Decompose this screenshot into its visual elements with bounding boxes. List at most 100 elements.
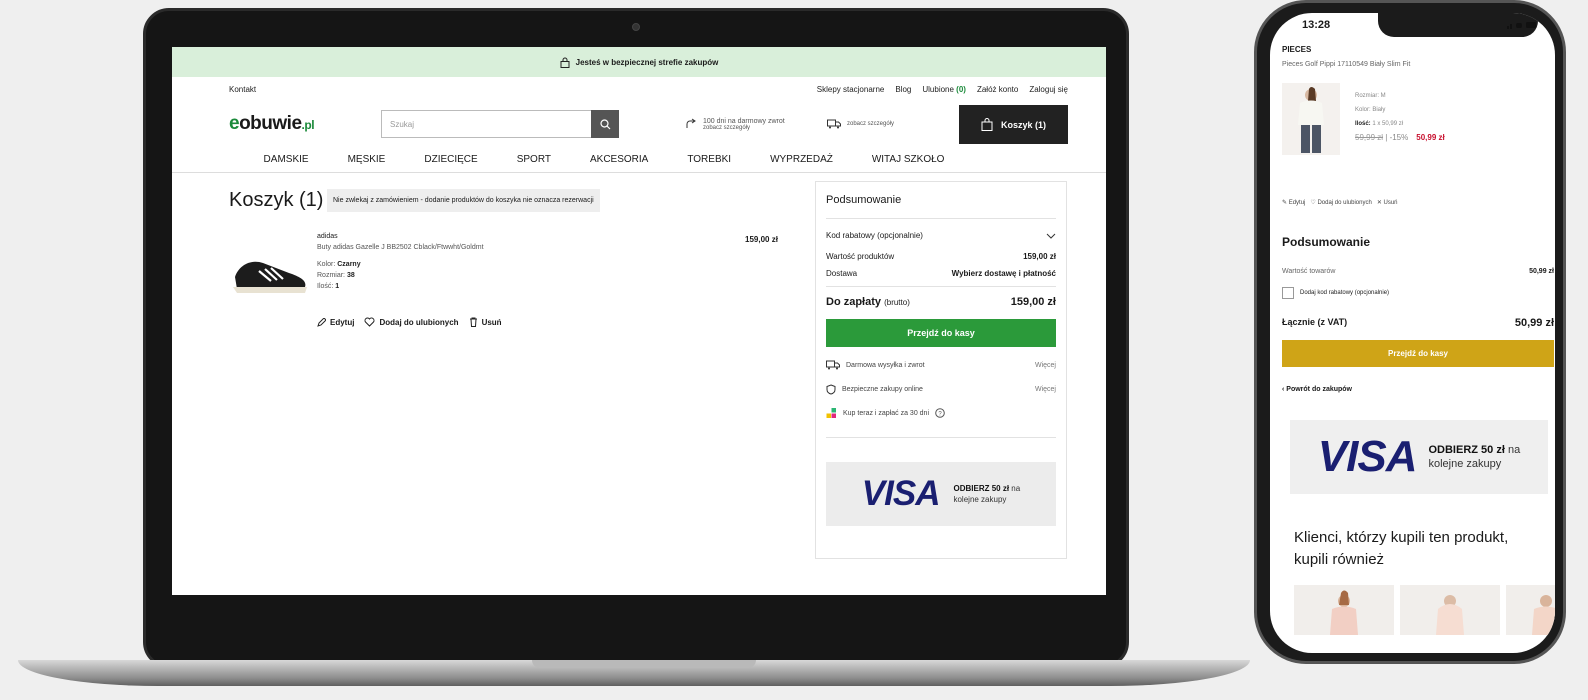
main-nav: DAMSKIE MĘSKIE DZIECIĘCE SPORT AKCESORIA…	[172, 147, 1106, 173]
mobile-visa-logo: VISA	[1317, 432, 1418, 481]
mobile-goods-value: 50,99 zł	[1529, 268, 1554, 275]
qty-value: 1	[335, 283, 340, 290]
summary-title: Podsumowanie	[826, 182, 1056, 219]
mobile-product-actions: ✎ Edytuj ♡ Dodaj do ulubionych ✕ Usuń	[1282, 199, 1398, 206]
search-button[interactable]	[591, 110, 619, 138]
search-bar: Szukaj	[381, 110, 619, 138]
discount-code-toggle[interactable]: Kod rabatowy (opcjonalnie)	[826, 219, 1056, 248]
mobile-favorite-button[interactable]: ♡ Dodaj do ulubionych	[1310, 199, 1371, 206]
perk-more-link[interactable]: Więcej	[1035, 386, 1056, 393]
phone-frame: 13:28 PIECES Pieces Golf Pippi 17110549 …	[1254, 0, 1566, 664]
checkout-button[interactable]: Przejdź do kasy	[826, 319, 1056, 347]
nav-item-meskie[interactable]: MĘSKIE	[348, 154, 386, 165]
remove-button[interactable]: Usuń	[469, 317, 502, 327]
nav-item-sport[interactable]: SPORT	[517, 154, 551, 165]
product-actions: Edytuj Dodaj do ulubionych Usuń	[317, 317, 502, 327]
total-row: Do zapłaty (brutto) 159,00 zł	[826, 286, 1056, 312]
visa-promo-rest: kolejne zakupy	[953, 495, 1007, 504]
recommendation-thumb[interactable]	[1294, 585, 1394, 635]
logo-main: obuwie	[239, 113, 302, 134]
mobile-product-image[interactable]	[1282, 83, 1340, 155]
product-brand[interactable]: adidas	[317, 231, 484, 242]
nav-item-torebki[interactable]: TOREBKI	[687, 154, 731, 165]
camera	[632, 23, 640, 31]
back-label: Powrót do zakupów	[1286, 386, 1353, 393]
contact-link[interactable]: Kontakt	[229, 85, 256, 94]
cart-button[interactable]: Koszyk (1)	[959, 105, 1068, 144]
help-icon[interactable]: ?	[935, 408, 945, 418]
bag-icon	[981, 118, 993, 131]
mobile-summary-title: Podsumowanie	[1282, 235, 1371, 249]
sale-price: 50,99 zł	[1416, 133, 1445, 142]
logo-e: e	[229, 113, 240, 134]
register-link[interactable]: Załóż konto	[977, 85, 1018, 94]
recommendation-thumb[interactable]	[1506, 585, 1555, 635]
nav-item-witaj-szkolo[interactable]: WITAJ SZKOŁO	[872, 154, 945, 165]
nav-item-damskie[interactable]: DAMSKIE	[264, 154, 309, 165]
favorites-label: Ulubione	[922, 84, 954, 94]
qty-label: Ilość:	[317, 283, 334, 290]
visa-promo-banner[interactable]: VISA ODBIERZ 50 zł na kolejne zakupy	[826, 462, 1056, 526]
returns-details: zobacz szczegóły	[703, 124, 751, 131]
recommendations-heading: Klienci, którzy kupili ten produkt, kupi…	[1294, 529, 1509, 568]
page-title: Koszyk (1)	[229, 189, 324, 211]
product-description[interactable]: Buty adidas Gazelle J BB2502 Cblack/Ftww…	[317, 242, 484, 253]
mobile-discount-row: Dodaj kod rabatowy (opcjonalnie)	[1282, 287, 1554, 299]
mobile-checkout-button[interactable]: Przejdź do kasy	[1282, 340, 1554, 367]
visa-logo: VISA	[861, 474, 941, 513]
delivery-details: zobacz szczegóły	[847, 121, 895, 127]
back-to-shopping-link[interactable]: ‹ Powrót do zakupów	[1282, 386, 1352, 393]
mobile-qty-label: Ilość:	[1355, 121, 1371, 127]
product-size: Rozmiar: 38	[317, 270, 484, 281]
mobile-edit-label: Edytuj	[1288, 200, 1306, 206]
product-color: Kolor: Czarny	[317, 259, 484, 270]
mobile-total-label: Łącznie (z VAT)	[1282, 317, 1348, 327]
free-returns-info[interactable]: 100 dni na darmowy zwrot zobacz szczegóły	[685, 118, 825, 131]
mobile-goods-row: Wartość towarów 50,99 zł	[1282, 268, 1554, 275]
delivery-row: Dostawa Wybierz dostawę i płatność	[826, 265, 1056, 282]
perk-more-link[interactable]: Więcej	[1035, 362, 1056, 369]
blog-link[interactable]: Blog	[895, 85, 911, 94]
nav-item-akcesoria[interactable]: AKCESORIA	[590, 154, 648, 165]
reservation-notice: Nie zwlekaj z zamówieniem - dodanie prod…	[327, 189, 600, 212]
product-image[interactable]	[229, 251, 309, 297]
stores-link[interactable]: Sklepy stacjonarne	[817, 85, 885, 94]
recommendation-image	[1532, 595, 1555, 635]
edit-button[interactable]: Edytuj	[317, 317, 354, 327]
perk-text: Darmowa wysyłka i zwrot	[846, 361, 925, 369]
visa-promo-bold: ODBIERZ 50 zł	[953, 484, 1010, 493]
nav-item-dzieciece[interactable]: DZIECIĘCE	[424, 154, 477, 165]
logo[interactable]: eobuwie.pl	[229, 113, 381, 135]
truck-icon	[826, 360, 840, 370]
recommendation-thumb[interactable]	[1400, 585, 1500, 635]
checkbox-box[interactable]	[1282, 287, 1294, 299]
mobile-discount-checkbox[interactable]: Dodaj kod rabatowy (opcjonalnie)	[1282, 287, 1389, 299]
mobile-visa-banner[interactable]: VISA ODBIERZ 50 zł na kolejne zakupy	[1290, 420, 1548, 494]
search-input[interactable]: Szukaj	[381, 110, 591, 138]
products-value-label: Wartość produktów	[826, 252, 895, 261]
nav-item-wyprzedaz[interactable]: WYPRZEDAŻ	[770, 154, 833, 165]
pencil-icon	[317, 317, 326, 327]
mobile-product-name[interactable]: Pieces Golf Pippi 17110549 Biały Slim Fi…	[1282, 61, 1410, 68]
mobile-remove-button[interactable]: ✕ Usuń	[1377, 199, 1398, 206]
favorites-link[interactable]: Ulubione (0)	[922, 85, 966, 94]
mobile-edit-button[interactable]: ✎ Edytuj	[1282, 199, 1305, 206]
visa-promo-text: ODBIERZ 50 zł na kolejne zakupy	[953, 483, 1020, 505]
utility-bar: Kontakt Sklepy stacjonarne Blog Ulubione…	[172, 77, 1106, 101]
delivery-value[interactable]: Wybierz dostawę i płatność	[952, 269, 1056, 278]
recommendation-image	[1436, 595, 1464, 635]
add-to-favorites-button[interactable]: Dodaj do ulubionych	[364, 317, 459, 327]
mobile-product-brand[interactable]: PIECES	[1282, 45, 1311, 54]
mobile-product-meta: Rozmiar: M Kolor: Biały Ilość: 1 x 50,99…	[1355, 89, 1445, 145]
delivery-info[interactable]: zobacz szczegóły	[827, 119, 894, 129]
login-link[interactable]: Zaloguj się	[1029, 85, 1068, 94]
shield-icon	[826, 383, 836, 395]
mobile-visa-rest: kolejne zakupy	[1428, 458, 1502, 470]
return-arrow-icon	[686, 118, 696, 128]
mobile-favorite-label: Dodaj do ulubionych	[1317, 200, 1372, 206]
utility-links: Sklepy stacjonarne Blog Ulubione (0) Zał…	[817, 85, 1068, 94]
order-summary: Podsumowanie Kod rabatowy (opcjonalnie) …	[815, 181, 1067, 559]
mobile-qty-value: 1 x 50,99 zł	[1372, 121, 1404, 127]
search-icon	[599, 118, 610, 129]
perks-list: Darmowa wysyłka i zwrot Więcej Bezpieczne…	[826, 353, 1056, 438]
